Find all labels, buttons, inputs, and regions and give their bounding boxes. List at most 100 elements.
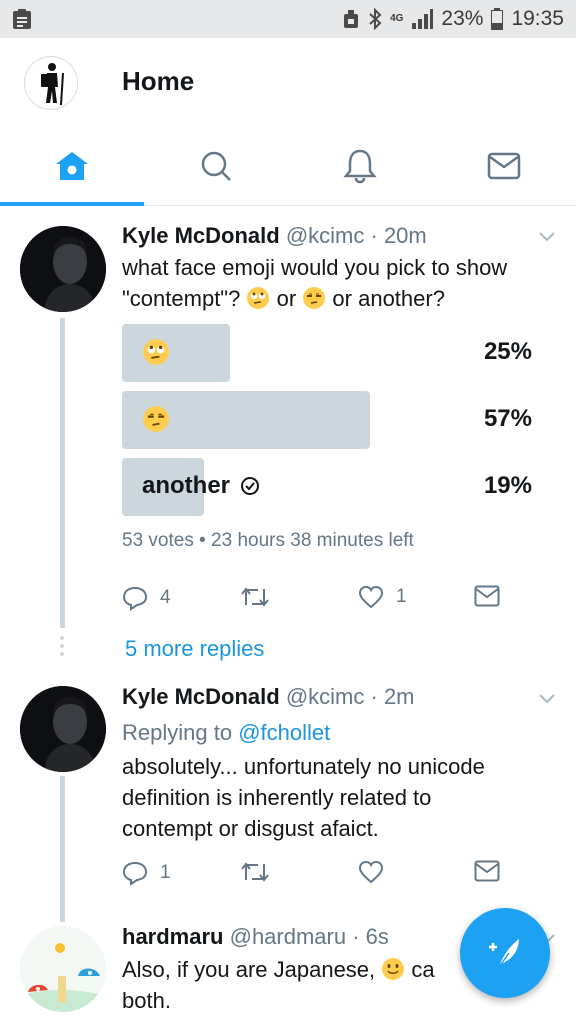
tab-home[interactable] <box>0 128 144 204</box>
poll-option[interactable]: 57% <box>122 391 542 449</box>
author-name[interactable]: hardmaru <box>122 924 223 949</box>
dm-button[interactable] <box>474 860 500 882</box>
tweet-text-line: "contempt"? or or another? <box>122 283 542 314</box>
page-title: Home <box>122 66 195 96</box>
slightly-smiling-face-emoji-icon <box>382 958 405 980</box>
portrait-image <box>20 686 106 772</box>
home-icon <box>56 152 88 180</box>
alarm-icon <box>342 9 360 29</box>
search-icon <box>201 151 231 181</box>
mail-icon <box>474 585 500 607</box>
tweet-text-segment: or <box>276 286 297 311</box>
tab-messages[interactable] <box>432 128 576 204</box>
heart-icon <box>358 860 384 884</box>
bell-icon <box>343 149 377 184</box>
tweet-time: · 2m <box>370 684 415 709</box>
unamused-face-emoji-icon <box>143 406 169 432</box>
more-replies-link[interactable]: 5 more replies <box>125 636 264 662</box>
dm-button[interactable] <box>474 585 500 607</box>
author-handle[interactable]: @kcimc <box>286 223 365 248</box>
battery-percent: 23% <box>441 7 484 30</box>
poll-option[interactable]: another 19% <box>122 458 542 516</box>
unamused-face-emoji-icon <box>303 287 326 309</box>
chevron-down-icon[interactable] <box>538 692 556 710</box>
avatar[interactable] <box>20 226 106 312</box>
reply-icon <box>122 586 148 611</box>
bluetooth-icon <box>368 8 382 30</box>
tweet-text: what face emoji would you pick to show "… <box>122 252 542 314</box>
poll-percent: 57% <box>483 405 532 432</box>
tweet-text: absolutely... unfortunately no unicode d… <box>122 751 542 844</box>
battery-icon <box>491 8 504 30</box>
mail-icon <box>474 860 500 882</box>
chevron-down-icon[interactable] <box>538 230 556 248</box>
tweet-text-line: absolutely... unfortunately no unicode <box>122 754 485 779</box>
tweet-actions: 1 <box>122 860 522 890</box>
author-handle[interactable]: @kcimc <box>286 684 365 709</box>
author-handle[interactable]: @hardmaru <box>230 924 347 949</box>
reply-icon <box>122 861 148 886</box>
active-tab-indicator <box>0 202 144 206</box>
tweet-text-segment: or another? <box>332 286 445 311</box>
retweet-button[interactable] <box>240 585 270 609</box>
network-type: 4G <box>390 13 404 24</box>
mail-icon <box>487 152 521 180</box>
tweet-text-segment: ca <box>411 957 435 982</box>
feather-compose-icon <box>489 939 519 968</box>
compose-tweet-button[interactable] <box>460 908 550 998</box>
rolling-eyes-emoji-icon <box>143 339 169 365</box>
tweet-actions: 4 1 <box>122 585 522 615</box>
tweet-time: · 6s <box>352 924 389 949</box>
tweet-text-segment: Also, if you are Japanese, <box>122 957 376 982</box>
like-button[interactable] <box>358 860 384 884</box>
poll-percent: 25% <box>483 338 532 365</box>
poll-option[interactable]: 25% <box>122 324 542 382</box>
retweet-icon <box>241 587 269 607</box>
rolling-eyes-emoji-icon <box>247 287 270 309</box>
tweet-text-line: what face emoji would you pick to show <box>122 255 508 280</box>
poll-bar <box>122 324 230 382</box>
poll-meta: 53 votes • 23 hours 38 minutes left <box>122 530 414 551</box>
clipboard-icon <box>12 8 32 30</box>
status-bar: 4G 23% 19:35 <box>0 0 576 38</box>
poll-label: another <box>142 472 260 500</box>
poll-label <box>142 338 170 366</box>
author-name[interactable]: Kyle McDonald <box>122 684 280 709</box>
avatar[interactable] <box>20 926 106 1012</box>
replying-to-prefix: Replying to <box>122 720 233 745</box>
tweet-text-line: contempt or disgust afaict. <box>122 816 379 841</box>
replying-to: Replying to @fchollet <box>122 720 330 746</box>
portrait-image <box>20 226 106 312</box>
poll-label <box>142 405 170 433</box>
poll-percent: 19% <box>483 472 532 499</box>
reply-count: 1 <box>160 862 171 883</box>
hardmaru-avatar-image <box>20 926 106 1012</box>
tweet-text-line: definition is inherently related to <box>122 785 432 810</box>
clock: 19:35 <box>511 7 564 30</box>
like-button[interactable]: 1 <box>358 585 407 609</box>
retweet-button[interactable] <box>240 860 270 884</box>
profile-avatar[interactable] <box>24 56 78 110</box>
thread-dots <box>60 636 65 660</box>
heart-icon <box>358 585 384 609</box>
tweet-text-segment: "contempt"? <box>122 286 241 311</box>
poll-label-text: another <box>142 472 231 499</box>
tab-bar <box>0 128 576 206</box>
thread-line <box>60 318 65 628</box>
hiker-icon <box>41 63 64 106</box>
mention-link[interactable]: @fchollet <box>238 720 330 745</box>
reply-button[interactable]: 1 <box>122 860 171 886</box>
avatar[interactable] <box>20 686 106 772</box>
like-count: 1 <box>396 586 407 607</box>
tweet-time: · 20m <box>370 223 427 248</box>
tab-search[interactable] <box>144 128 288 204</box>
reply-count: 4 <box>160 587 171 608</box>
thread-line <box>60 776 65 922</box>
app-header: Home <box>0 38 576 128</box>
retweet-icon <box>241 862 269 882</box>
check-circle-icon <box>241 477 260 495</box>
signal-icon <box>411 9 434 29</box>
author-name[interactable]: Kyle McDonald <box>122 223 280 248</box>
tab-notifications[interactable] <box>288 128 432 204</box>
reply-button[interactable]: 4 <box>122 585 171 611</box>
